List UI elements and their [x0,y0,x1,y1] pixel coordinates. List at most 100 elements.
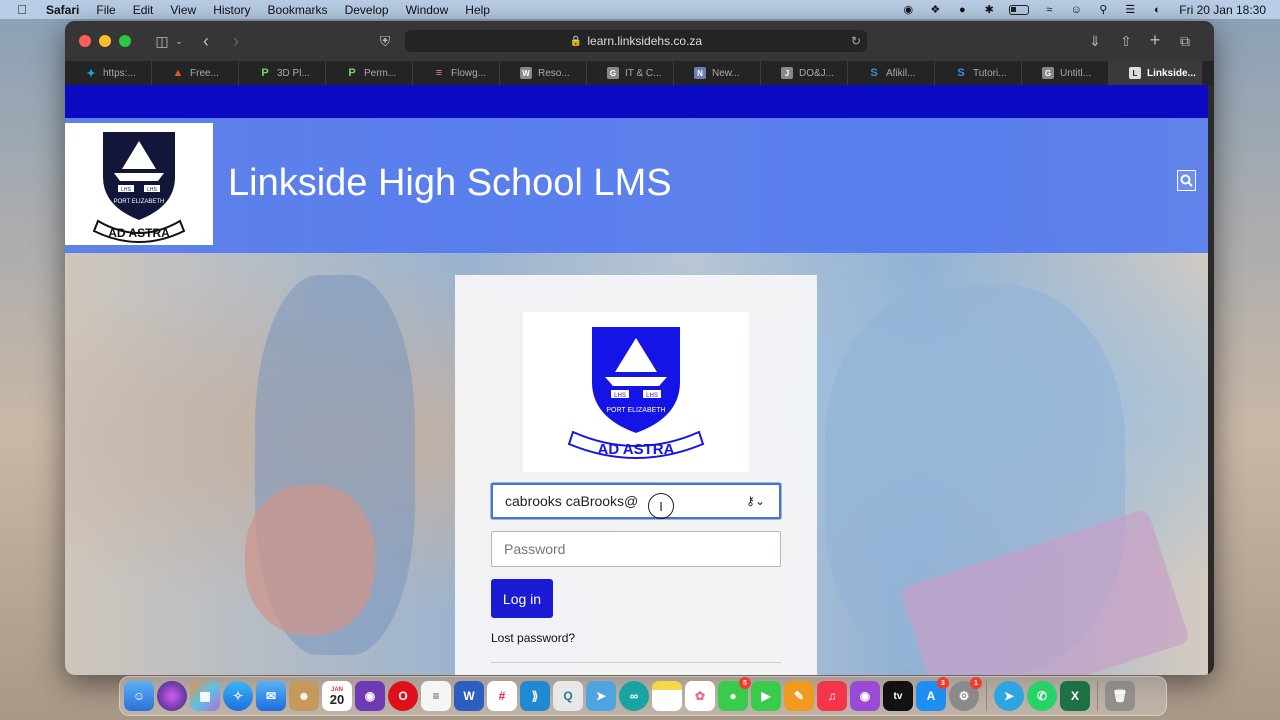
username-input[interactable]: cabrooks caBrooks@ I ⚷⌄ [491,483,781,519]
login-button[interactable]: Log in [491,579,553,618]
password-autofill-key-icon[interactable]: ⚷⌄ [746,494,765,508]
photos-icon[interactable]: ✿ [685,681,715,711]
safari-icon[interactable]: ✧ [223,681,253,711]
tab-bar: ✦ https:... ▲ Free... P 3D Pl... P Perm.… [65,61,1214,85]
telegram-icon[interactable]: ➤ [994,681,1024,711]
menu-history[interactable]: History [213,3,250,17]
close-window-button[interactable] [79,35,91,47]
background-photo-hand [245,485,375,635]
menu-view[interactable]: View [170,3,196,17]
sidebar-toggle-icon[interactable]: ◫ [151,30,173,52]
quicktime-icon[interactable]: Q [553,681,583,711]
share-icon[interactable]: ⇧ [1115,30,1137,52]
back-icon[interactable]: ‹ [195,30,217,52]
dropbox-icon[interactable]: ❖ [928,4,942,16]
finder-icon[interactable]: ☺ [124,681,154,711]
tab-doj[interactable]: J DO&J... [761,61,848,85]
word-icon[interactable]: W [454,681,484,711]
tab-overview-icon[interactable]: ⧉ [1174,30,1196,52]
tab-untitl[interactable]: G Untitl... [1022,61,1109,85]
github-desktop-icon[interactable]: ◉ [355,681,385,711]
menu-bar-clock[interactable]: Fri 20 Jan 18:30 [1179,3,1266,17]
music-icon[interactable]: ♫ [817,681,847,711]
system-preferences-icon[interactable]: ⚙ 1 [949,677,982,711]
tab-perm[interactable]: P Perm... [326,61,413,85]
menu-file[interactable]: File [96,3,115,17]
wifi-icon[interactable]: ≈ [1042,4,1056,16]
battery-icon[interactable] [1009,4,1030,15]
school-crest-logo[interactable]: AD ASTRA PORT ELIZABETH LHS LHS [65,123,213,245]
tab-new[interactable]: N New... [674,61,761,85]
username-value: cabrooks caBrooks@ [505,493,639,509]
control-center-icon[interactable]: ☰ [1123,4,1137,16]
p-icon: P [261,67,269,79]
tab-flowg[interactable]: ≡ Flowg... [413,61,500,85]
reminders-icon[interactable]: ≡ [421,681,451,711]
facetime-icon[interactable]: ▶ [751,681,781,711]
arduino-icon[interactable]: ∞ [619,681,649,711]
tab-label: Afikil... [886,67,916,79]
downloads-icon[interactable]: ⇓ [1084,30,1106,52]
bluetooth-icon[interactable]: ✱ [982,4,996,16]
siri-icon[interactable]: ◐ [1150,4,1164,16]
tab-tutori[interactable]: S Tutori... [935,61,1022,85]
password-placeholder: Password [504,541,566,557]
forward-icon[interactable]: › [225,30,247,52]
whatsapp-icon[interactable]: ✆ [1027,681,1057,711]
tab-linkside-active[interactable]: L Linkside... [1109,61,1202,85]
mail-icon[interactable]: ✉ [256,681,286,711]
crest-motto-text: AD ASTRA [108,226,170,240]
tab-free[interactable]: ▲ Free... [152,61,239,85]
excel-icon[interactable]: X [1060,681,1090,711]
podcasts-icon[interactable]: ◉ [850,681,880,711]
crest-motto-text: AD ASTRA [598,441,675,458]
spotlight-search-icon[interactable]: ⚲ [1096,4,1110,16]
tab-afikil[interactable]: S Afikil... [848,61,935,85]
trash-icon[interactable]: 🗑 [1105,681,1135,711]
new-tab-icon[interactable]: + [1144,29,1166,51]
menu-develop[interactable]: Develop [345,3,389,17]
site-search-button[interactable] [1177,170,1196,191]
creative-cloud-icon[interactable]: ● [955,4,969,16]
messages-icon[interactable]: ● 5 [718,677,751,711]
opera-icon[interactable]: O [388,681,418,711]
zoom-window-button[interactable] [119,35,131,47]
maps-icon[interactable]: ➤ [586,681,616,711]
record-icon[interactable]: ◉ [901,4,915,16]
address-bar[interactable]: 🔒 learn.linksidehs.co.za ↻ [405,30,867,52]
password-input[interactable]: Password [491,531,781,567]
menu-edit[interactable]: Edit [133,3,154,17]
pages-icon[interactable]: ✎ [784,681,814,711]
notes-icon[interactable] [652,681,682,711]
menu-help[interactable]: Help [465,3,490,17]
apple-tv-icon[interactable]: tv [883,681,913,711]
tab-reso[interactable]: W Reso... [500,61,587,85]
siri-icon[interactable] [157,681,187,711]
chevron-down-icon[interactable]: ⌄ [173,30,185,52]
school-crest-icon: AD ASTRA PORT ELIZABETH LHS LHS [92,130,186,243]
vscode-icon[interactable]: ⟫ [520,681,550,711]
menu-app-safari[interactable]: Safari [46,3,79,17]
tab-it-c[interactable]: G IT & C... [587,61,674,85]
lost-password-link[interactable]: Lost password? [491,631,575,645]
launchpad-icon[interactable]: ▦ [190,681,220,711]
tab-label: https:... [103,67,136,79]
macos-dock: ☺ ▦ ✧ ✉ ☻ JAN 20 ◉ O ≡ W # ⟫ Q ➤ ∞ ✿ ● 5… [119,676,1167,716]
site-title[interactable]: Linkside High School LMS [228,162,672,205]
menu-window[interactable]: Window [406,3,449,17]
reload-icon[interactable]: ↻ [851,34,861,48]
minimize-window-button[interactable] [99,35,111,47]
privacy-shield-icon[interactable]: ⛨ [374,30,396,52]
lock-icon: 🔒 [569,35,583,47]
apple-menu-icon[interactable]:  [14,2,30,17]
tab-twitter[interactable]: ✦ https:... [65,61,152,85]
slack-icon[interactable]: # [487,681,517,711]
tab-3d-pl[interactable]: P 3D Pl... [239,61,326,85]
user-icon[interactable]: ☺ [1069,4,1083,16]
app-store-icon[interactable]: A 3 [916,677,949,711]
menu-bookmarks[interactable]: Bookmarks [268,3,328,17]
calendar-icon[interactable]: JAN 20 [322,681,352,711]
l-icon: L [1129,67,1141,79]
flame-icon: ▲ [172,67,184,79]
contacts-icon[interactable]: ☻ [289,681,319,711]
